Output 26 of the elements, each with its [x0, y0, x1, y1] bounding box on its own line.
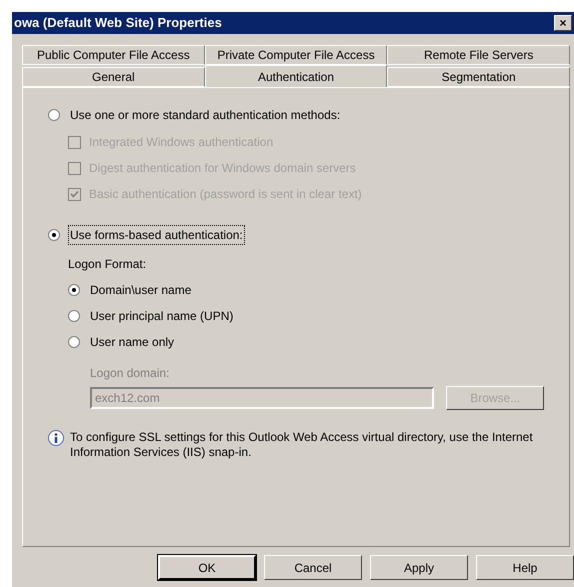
- window-title: owa (Default Web Site) Properties: [14, 14, 222, 32]
- tab[interactable]: Private Computer File Access: [204, 45, 388, 65]
- info-text: To configure SSL settings for this Outlook Web Access virtual directory, use the Internet Information Services (IIS) snap-in.: [70, 430, 534, 460]
- radio-button[interactable]: [68, 310, 80, 322]
- tab[interactable]: Segmentation: [387, 67, 570, 87]
- radio-label: Domain\user name: [90, 282, 192, 299]
- info-icon: [48, 430, 64, 446]
- logon-format-label: Logon Format:: [68, 256, 148, 273]
- radio-label: User name only: [90, 334, 174, 351]
- radio-button[interactable]: [48, 229, 60, 241]
- close-button[interactable]: ×: [554, 15, 572, 31]
- dialog-button[interactable]: Apply: [370, 555, 468, 580]
- radio-label: Use one or more standard authentication methods:: [69, 107, 342, 124]
- dialog-button[interactable]: Help: [476, 555, 574, 580]
- dialog-button[interactable]: OK: [158, 555, 256, 580]
- tab[interactable]: Remote File Servers: [387, 45, 570, 65]
- tab[interactable]: Public Computer File Access: [22, 45, 205, 65]
- dialog-button[interactable]: Cancel: [264, 555, 362, 580]
- tab[interactable]: General: [22, 67, 205, 87]
- radio-button[interactable]: [68, 284, 80, 296]
- radio-label: Use forms-based authentication:: [68, 225, 245, 245]
- tab[interactable]: Authentication: [204, 65, 388, 87]
- radio-label: User principal name (UPN): [90, 308, 234, 325]
- radio-button[interactable]: [68, 336, 80, 348]
- logon-domain-label: Logon domain:: [90, 365, 170, 382]
- radio-button[interactable]: [48, 109, 60, 121]
